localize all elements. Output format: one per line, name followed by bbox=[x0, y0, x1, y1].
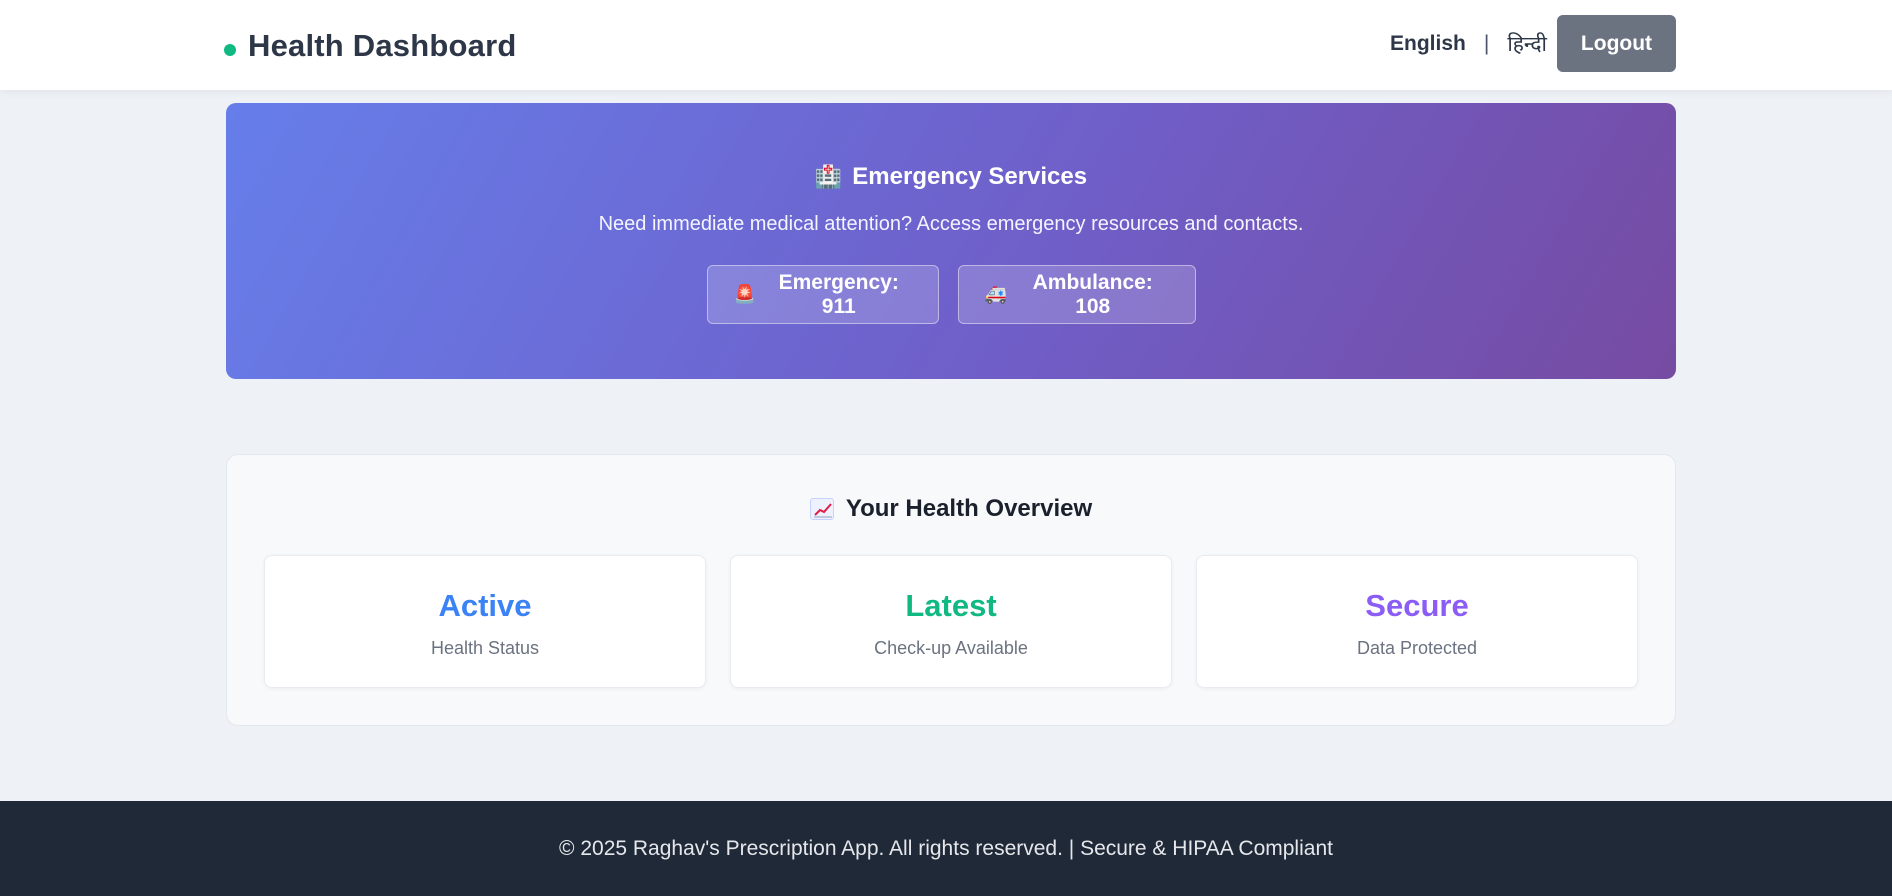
ambulance-icon: 🚑 bbox=[984, 284, 1007, 304]
chart-increasing-icon bbox=[809, 498, 834, 520]
brand: Health Dashboard bbox=[224, 26, 516, 66]
hospital-icon: 🏥 bbox=[814, 164, 843, 189]
siren-icon: 🚨 bbox=[733, 284, 756, 304]
ambulance-108-button[interactable]: 🚑 Ambulance: 108 bbox=[957, 265, 1196, 324]
emergency-services-banner: 🏥 Emergency Services Need immediate medi… bbox=[226, 103, 1676, 379]
health-status-label: Health Status bbox=[430, 638, 540, 658]
emergency-contacts: 🚨 Emergency: 911 🚑 Ambulance: 108 bbox=[226, 265, 1676, 324]
emergency-description: Need immediate medical attention? Access… bbox=[598, 213, 1304, 235]
data-protection-label: Data Protected bbox=[1356, 638, 1478, 658]
ambulance-108-label: Ambulance: 108 bbox=[1032, 270, 1153, 318]
emergency-911-button[interactable]: 🚨 Emergency: 911 bbox=[706, 265, 939, 324]
footer-text: © 2025 Raghav's Prescription App. All ri… bbox=[559, 836, 1333, 860]
data-protection-card: Secure Data Protected bbox=[1196, 555, 1638, 688]
status-dot-icon bbox=[224, 44, 236, 56]
emergency-title-text: Emergency Services bbox=[852, 163, 1088, 190]
emergency-title: 🏥 Emergency Services bbox=[226, 163, 1676, 191]
health-overview-title-text: Your Health Overview bbox=[845, 495, 1093, 522]
health-overview-panel: Your Health Overview Active Health Statu… bbox=[226, 454, 1676, 726]
health-status-value: Active bbox=[438, 588, 532, 623]
language-hindi-link[interactable]: हिन्दी bbox=[1507, 30, 1547, 58]
emergency-911-label: Emergency: 911 bbox=[778, 270, 899, 318]
health-overview-title: Your Health Overview bbox=[227, 495, 1675, 523]
overview-cards: Active Health Status Latest Check-up Ava… bbox=[264, 555, 1638, 688]
language-separator: | bbox=[1483, 32, 1490, 55]
health-status-card: Active Health Status bbox=[264, 555, 706, 688]
footer: © 2025 Raghav's Prescription App. All ri… bbox=[0, 801, 1892, 896]
language-switcher: English | हिन्दी bbox=[1390, 26, 1547, 62]
logout-button[interactable]: Logout bbox=[1557, 15, 1676, 72]
language-english-link[interactable]: English bbox=[1390, 32, 1466, 56]
data-protection-value: Secure bbox=[1365, 588, 1469, 623]
page-title: Health Dashboard bbox=[248, 28, 517, 63]
checkup-label: Check-up Available bbox=[874, 638, 1028, 658]
top-navbar: Health Dashboard English | हिन्दी Logout bbox=[0, 0, 1892, 90]
checkup-card: Latest Check-up Available bbox=[730, 555, 1172, 688]
checkup-value: Latest bbox=[905, 588, 997, 623]
